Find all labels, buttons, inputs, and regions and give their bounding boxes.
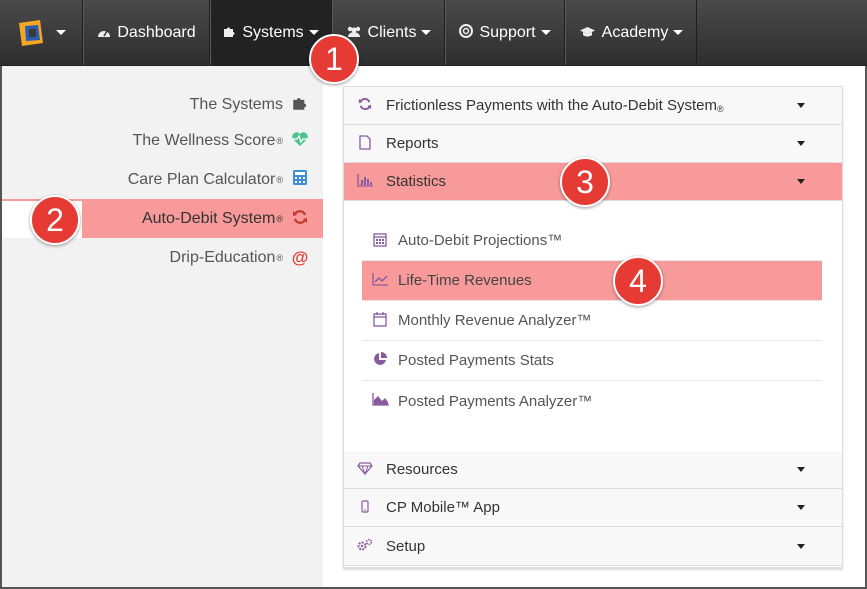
submenu-label: Monthly Revenue Analyzer™ [398, 312, 592, 329]
sidebar-item-label: Drip-Education [169, 248, 276, 266]
nav-dashboard-label: Dashboard [117, 23, 196, 41]
caret-down-icon [797, 179, 805, 184]
chevron-down-icon [56, 30, 66, 35]
calculator-icon [291, 169, 309, 190]
heartbeat-icon [291, 131, 309, 151]
section-label: Reports [386, 135, 439, 152]
section-cp-mobile-app[interactable]: CP Mobile™ App [344, 489, 842, 527]
nav-clients-label: Clients [367, 23, 417, 41]
lifebuoy-icon [459, 24, 474, 41]
chevron-down-icon [308, 30, 319, 35]
puzzle-icon [291, 95, 309, 115]
section-frictionless-payments[interactable]: Frictionless Payments with the Auto-Debi… [344, 87, 842, 125]
section-label: Frictionless Payments with the Auto-Debi… [386, 97, 717, 114]
registered-mark: ® [276, 135, 283, 146]
chevron-down-icon [540, 30, 551, 35]
nav-academy-label: Academy [601, 23, 669, 41]
cogs-icon [344, 538, 386, 555]
caret-down-icon [797, 543, 805, 549]
callout-1: 1 [309, 34, 359, 84]
puzzle-icon [223, 25, 236, 41]
at-icon: @ [291, 247, 309, 267]
calendar-empty-icon [362, 311, 398, 330]
submenu-posted-payments-analyzer[interactable]: Posted Payments Analyzer™ [362, 381, 822, 421]
caret-down-icon [797, 505, 805, 510]
submenu-auto-debit-projections[interactable]: Auto-Debit Projections™ [362, 221, 822, 261]
refresh-icon [291, 209, 309, 229]
nav-support-label: Support [479, 23, 536, 41]
cp-logo-icon [19, 19, 43, 46]
calendar-icon [362, 232, 398, 250]
submenu-label: Posted Payments Analyzer™ [398, 392, 593, 410]
pie-chart-icon [362, 352, 398, 369]
top-navbar: Dashboard Systems Clients Support Academ… [0, 0, 867, 66]
submenu-label: Posted Payments Stats [398, 352, 554, 369]
sidebar: The Systems The Wellness Score ® Care Pla… [2, 66, 323, 587]
caret-down-icon [797, 467, 805, 472]
area-chart-icon [362, 393, 398, 409]
mobile-icon [344, 499, 386, 516]
refresh-icon [344, 97, 386, 114]
section-label: Resources [386, 461, 458, 478]
caret-down-icon [797, 103, 805, 108]
callout-4: 4 [613, 256, 663, 306]
submenu-label: Life-Time Revenues [398, 272, 532, 289]
line-chart-icon [362, 272, 398, 289]
submenu-monthly-revenue-analyzer[interactable]: Monthly Revenue Analyzer™ [362, 301, 822, 341]
callout-2: 2 [30, 195, 80, 245]
nav-academy[interactable]: Academy [565, 0, 697, 65]
sidebar-item-label: The Systems [189, 95, 283, 113]
section-label: CP Mobile™ App [386, 499, 500, 516]
bar-chart-icon [344, 173, 386, 190]
section-resources[interactable]: Resources [344, 451, 842, 489]
registered-mark: ® [276, 174, 283, 185]
sidebar-item-label: Care Plan Calculator [127, 170, 276, 188]
section-label: Setup [386, 537, 426, 555]
submenu-label: Auto-Debit Projections™ [398, 232, 563, 249]
diamond-icon [344, 461, 386, 478]
logo-menu-button[interactable] [0, 0, 83, 65]
sidebar-item-the-systems[interactable]: The Systems [2, 85, 323, 124]
submenu-posted-payments-stats[interactable]: Posted Payments Stats [362, 341, 822, 381]
caret-down-icon [797, 141, 805, 146]
callout-3: 3 [560, 157, 610, 207]
chevron-down-icon [421, 30, 432, 35]
graduation-cap-icon [579, 25, 596, 41]
registered-mark: ® [276, 252, 283, 263]
registered-mark: ® [276, 213, 283, 224]
nav-dashboard[interactable]: Dashboard [83, 0, 210, 65]
dashboard-icon [97, 25, 111, 41]
registered-mark: ® [716, 104, 724, 114]
sidebar-item-care-plan-calculator[interactable]: Care Plan Calculator ® [2, 160, 323, 199]
nav-systems-label: Systems [242, 23, 304, 41]
sidebar-item-wellness-score[interactable]: The Wellness Score ® [2, 121, 323, 160]
nav-support[interactable]: Support [445, 0, 565, 65]
chevron-down-icon [673, 30, 684, 35]
submenu-life-time-revenues[interactable]: Life-Time Revenues [362, 261, 822, 301]
file-icon [344, 134, 386, 153]
section-reports[interactable]: Reports [344, 125, 842, 163]
section-setup[interactable]: Setup [344, 527, 842, 566]
sidebar-item-label: Auto-Debit System [141, 209, 276, 227]
sidebar-item-label: The Wellness Score [132, 131, 276, 149]
